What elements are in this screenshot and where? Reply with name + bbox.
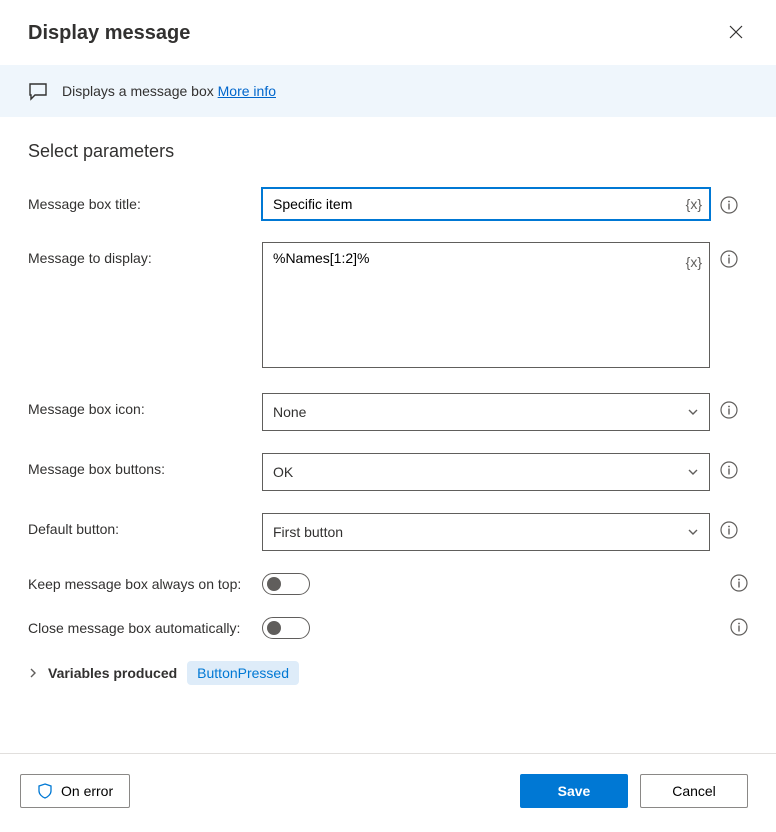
info-icon[interactable]	[720, 401, 738, 422]
label-default-button: Default button:	[28, 513, 262, 537]
info-icon[interactable]	[720, 521, 738, 542]
chevron-down-icon	[687, 406, 699, 418]
row-default-button: Default button: First button	[28, 513, 748, 551]
content-area: Select parameters Message box title: {x}…	[0, 117, 776, 695]
row-buttons: Message box buttons: OK	[28, 453, 748, 491]
footer-actions: Save Cancel	[520, 774, 748, 808]
close-icon	[728, 24, 744, 40]
shield-icon	[37, 783, 53, 799]
label-message: Message to display:	[28, 242, 262, 266]
label-title: Message box title:	[28, 188, 262, 212]
info-bar: Displays a message box More info	[0, 65, 776, 117]
default-button-select[interactable]: First button	[262, 513, 710, 551]
info-icon[interactable]	[720, 196, 738, 217]
variable-chip[interactable]: ButtonPressed	[187, 661, 299, 685]
message-box-icon-select[interactable]: None	[262, 393, 710, 431]
close-button[interactable]	[724, 20, 748, 47]
info-icon[interactable]	[720, 461, 738, 482]
row-icon: Message box icon: None	[28, 393, 748, 431]
row-auto-close: Close message box automatically:	[28, 617, 748, 639]
message-box-buttons-select[interactable]: OK	[262, 453, 710, 491]
info-icon[interactable]	[730, 618, 748, 639]
on-error-label: On error	[61, 783, 113, 799]
row-title: Message box title: {x}	[28, 188, 748, 220]
message-icon	[28, 81, 48, 101]
variables-produced-row[interactable]: Variables produced ButtonPressed	[28, 661, 748, 685]
section-title: Select parameters	[28, 141, 748, 162]
label-auto-close: Close message box automatically:	[28, 620, 262, 636]
message-box-title-input[interactable]	[262, 188, 710, 220]
row-message: Message to display: {x}	[28, 242, 748, 371]
select-value: OK	[273, 464, 293, 480]
dialog-header: Display message	[0, 0, 776, 65]
label-buttons: Message box buttons:	[28, 453, 262, 477]
select-value: First button	[273, 524, 343, 540]
auto-close-toggle[interactable]	[262, 617, 310, 639]
always-on-top-toggle[interactable]	[262, 573, 310, 595]
info-icon[interactable]	[720, 250, 738, 271]
select-value: None	[273, 404, 306, 420]
chevron-down-icon	[687, 526, 699, 538]
variables-produced-label: Variables produced	[48, 665, 177, 681]
row-always-on-top: Keep message box always on top:	[28, 573, 748, 595]
more-info-link[interactable]: More info	[218, 83, 276, 99]
message-to-display-input[interactable]	[262, 242, 710, 368]
chevron-right-icon	[28, 668, 38, 678]
save-button[interactable]: Save	[520, 774, 628, 808]
info-icon[interactable]	[730, 574, 748, 595]
cancel-button[interactable]: Cancel	[640, 774, 748, 808]
dialog-title: Display message	[28, 22, 190, 45]
on-error-button[interactable]: On error	[20, 774, 130, 808]
label-always-on-top: Keep message box always on top:	[28, 576, 262, 592]
info-description: Displays a message box More info	[62, 83, 276, 99]
chevron-down-icon	[687, 466, 699, 478]
dialog-footer: On error Save Cancel	[0, 753, 776, 832]
label-icon: Message box icon:	[28, 393, 262, 417]
